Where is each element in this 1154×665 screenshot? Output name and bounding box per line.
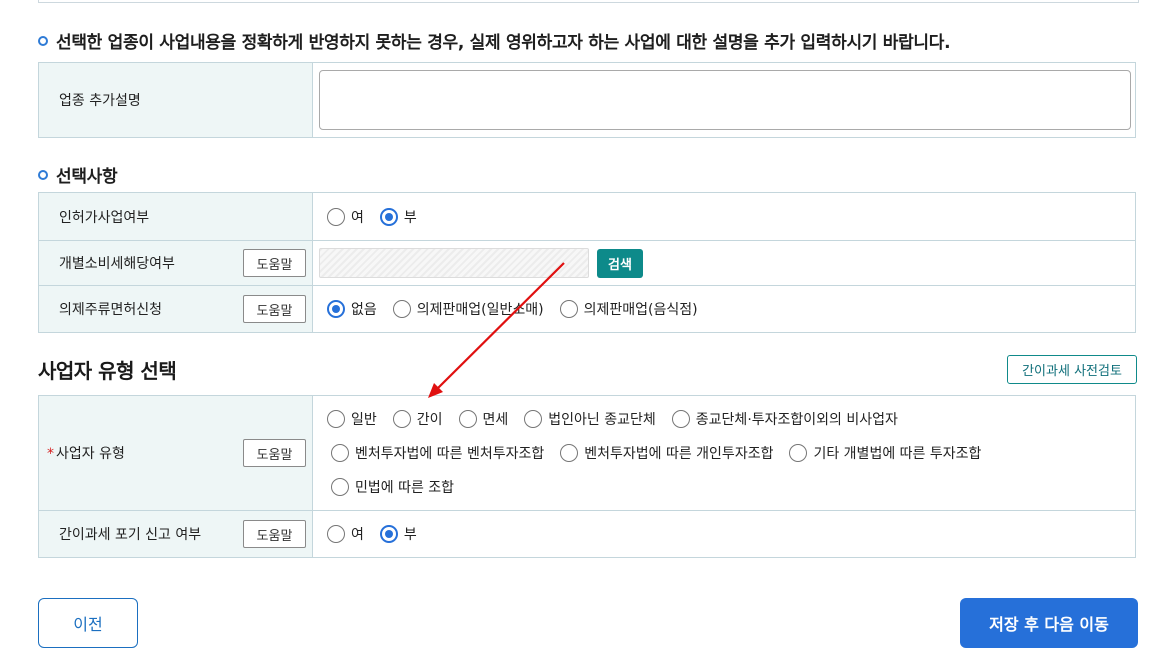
section-desc-title-text: 선택한 업종이 사업내용을 정확하게 반영하지 못하는 경우, 실제 영위하고자… [56,33,951,53]
radio-checked-icon [379,525,398,543]
waiver-no-radio[interactable]: 부 [379,524,417,544]
row-label: 개별소비세해당여부 [59,256,175,272]
liquor-none-radio[interactable]: 없음 [327,299,377,319]
radio-circle-icon [524,410,543,428]
radio-label: 부 [403,527,417,543]
radio-label: 의제판매업(음식점) [583,302,698,318]
radio-circle-icon [560,444,579,462]
radio-circle-icon [392,410,411,428]
biz-type-general-radio[interactable]: 일반 [327,409,377,429]
help-button[interactable]: 도움말 [243,439,306,467]
table-row: 업종 추가설명 [39,63,1135,137]
radio-circle-icon [559,300,578,318]
biz-type-other-fund-radio[interactable]: 기타 개별법에 따른 투자조합 [789,443,981,463]
row-header: 개별소비세해당여부 도움말 [39,241,313,285]
radio-circle-icon [392,300,411,318]
radio-circle-icon [331,478,349,496]
table-row: 인허가사업여부 여 부 [39,193,1135,241]
biz-type-title: 사업자 유형 선택 [38,359,177,383]
row-cell: 없음 의제판매업(일반소매) 의제판매업(음식점) [313,286,1135,332]
radio-circle-icon [327,410,345,428]
radio-circle-icon [458,410,477,428]
radio-circle-icon [671,410,690,428]
biz-type-simplified-radio[interactable]: 간이 [392,409,443,429]
section-desc-title: 선택한 업종이 사업내용을 정확하게 반영하지 못하는 경우, 실제 영위하고자… [38,28,951,53]
desc-table: 업종 추가설명 [38,62,1136,138]
save-and-next-button[interactable]: 저장 후 다음 이동 [960,598,1138,648]
waiver-yes-radio[interactable]: 여 [327,524,364,544]
row-cell: 여 부 [313,193,1135,240]
liquor-restaurant-radio[interactable]: 의제판매업(음식점) [559,299,698,319]
row-header: 업종 추가설명 [39,63,313,137]
radio-circle-icon [327,525,345,543]
radio-label: 종교단체·투자조합이외의 비사업자 [695,412,898,428]
radio-line: 일반 간이 면세 법인아닌 종교단체 종교단체·투자조합이외의 비사업자 [327,402,914,436]
radio-label: 법인아닌 종교단체 [548,412,656,428]
prev-button[interactable]: 이전 [38,598,138,648]
row-header: 간이과세 포기 신고 여부 도움말 [39,511,313,557]
license-no-radio[interactable]: 부 [379,207,417,227]
row-label: 업종 추가설명 [59,93,141,109]
radio-label: 의제판매업(일반소매) [416,302,544,318]
biz-type-venture-fund-radio[interactable]: 벤처투자법에 따른 벤처투자조합 [331,443,544,463]
radio-line: 벤처투자법에 따른 벤처투자조합 벤처투자법에 따른 개인투자조합 기타 개별법… [327,436,997,470]
biz-type-civil-partnership-radio[interactable]: 민법에 따른 조합 [331,477,454,497]
row-label: 사업자 유형 [56,446,125,462]
search-button[interactable]: 검색 [597,248,643,278]
previous-table-edge [38,0,1139,3]
radio-label: 벤처투자법에 따른 개인투자조합 [584,446,774,462]
industry-description-textarea[interactable] [319,70,1131,130]
liquor-retail-radio[interactable]: 의제판매업(일반소매) [392,299,544,319]
help-button[interactable]: 도움말 [243,295,306,323]
row-cell: 검색 [313,241,1135,285]
radio-circle-icon [327,207,345,226]
table-row: * 사업자 유형 도움말 일반 간이 면세 법인아닌 종교단체 종교단체·투자조합… [39,396,1135,511]
biz-type-nonbusiness-radio[interactable]: 종교단체·투자조합이외의 비사업자 [671,409,898,429]
radio-label: 일반 [351,412,377,428]
radio-label: 간이 [416,412,443,428]
section-options-title: 선택사항 [38,162,118,187]
row-header: 의제주류면허신청 도움말 [39,286,313,332]
table-row: 의제주류면허신청 도움말 없음 의제판매업(일반소매) 의제판매업(음식점) [39,286,1135,332]
consumption-tax-input [319,248,589,278]
circle-bullet-icon [38,35,48,46]
radio-label: 여 [351,527,364,543]
help-button[interactable]: 도움말 [243,249,306,277]
biz-type-exempt-radio[interactable]: 면세 [458,409,509,429]
table-row: 간이과세 포기 신고 여부 도움말 여 부 [39,511,1135,557]
options-table: 인허가사업여부 여 부 개별소비세해당여부 도움말 검색 의제주류면허신청 도움… [38,192,1136,333]
radio-label: 면세 [482,412,509,428]
row-label: 의제주류면허신청 [59,302,163,318]
row-cell [313,63,1137,137]
radio-label: 민법에 따른 조합 [355,480,455,496]
row-label: 인허가사업여부 [59,209,150,226]
radio-checked-icon [327,300,345,318]
biz-type-religious-radio[interactable]: 법인아닌 종교단체 [524,409,656,429]
section-options-title-text: 선택사항 [56,167,118,187]
help-button[interactable]: 도움말 [243,520,306,548]
biz-type-table: * 사업자 유형 도움말 일반 간이 면세 법인아닌 종교단체 종교단체·투자조합… [38,395,1136,558]
radio-line: 민법에 따른 조합 [327,470,470,504]
radio-circle-icon [789,444,808,462]
circle-bullet-icon [38,169,48,180]
radio-label: 여 [351,209,364,226]
simplified-tax-precheck-button[interactable]: 간이과세 사전검토 [1007,355,1137,384]
license-yes-radio[interactable]: 여 [327,207,364,227]
radio-label: 기타 개별법에 따른 투자조합 [813,446,982,462]
biz-type-personal-fund-radio[interactable]: 벤처투자법에 따른 개인투자조합 [560,443,773,463]
row-cell: 여 부 [313,511,1135,557]
radio-circle-icon [331,444,349,462]
row-label: 간이과세 포기 신고 여부 [59,527,202,543]
table-row: 개별소비세해당여부 도움말 검색 [39,241,1135,286]
row-header: 인허가사업여부 [39,193,313,240]
radio-label: 벤처투자법에 따른 벤처투자조합 [355,446,545,462]
radio-checked-icon [379,207,398,226]
radio-label: 부 [403,209,417,226]
row-label-wrap: * 사업자 유형 [47,443,125,463]
row-header: * 사업자 유형 도움말 [39,396,313,510]
radio-label: 없음 [351,302,377,318]
required-mark: * [47,446,54,462]
row-cell: 일반 간이 면세 법인아닌 종교단체 종교단체·투자조합이외의 비사업자 벤처투… [313,396,1135,510]
